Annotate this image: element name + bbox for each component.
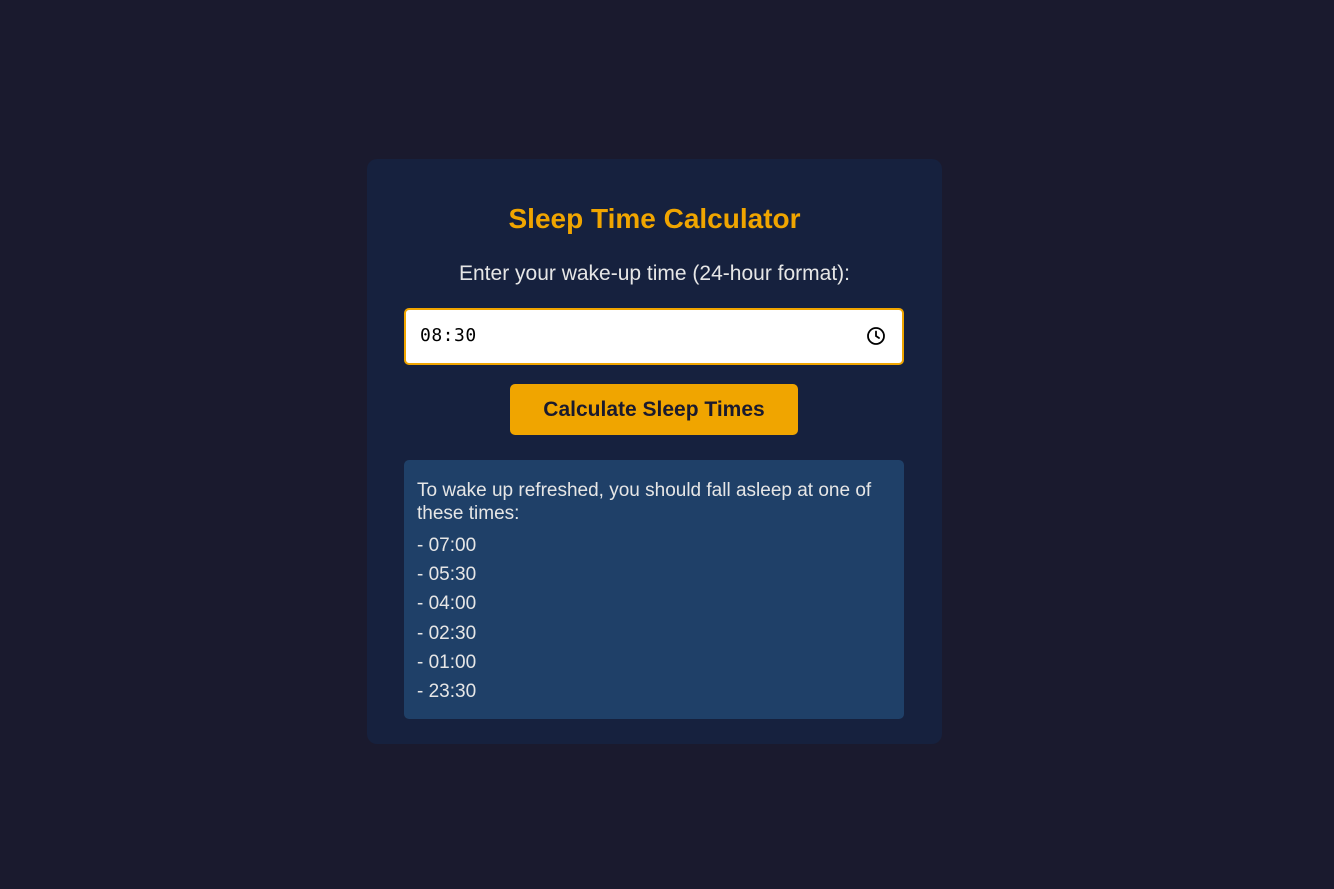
sleep-time-item: - 07:00 bbox=[417, 535, 477, 556]
sleep-time-item: - 01:00 bbox=[417, 651, 477, 673]
result-intro: To wake up refreshed, you should fall as… bbox=[417, 480, 872, 524]
clock-icon[interactable] bbox=[866, 326, 886, 346]
sleep-time-item: - 04:00 bbox=[417, 593, 477, 615]
page-title: Sleep Time Calculator bbox=[508, 203, 801, 234]
wake-time-input[interactable]: 08:30 bbox=[404, 308, 904, 365]
sleep-time-item: - 02:30 bbox=[417, 622, 477, 644]
sleep-time-item: - 05:30 bbox=[417, 564, 477, 586]
result-panel: To wake up refreshed, you should fall as… bbox=[404, 460, 904, 719]
wake-time-value[interactable]: 08:30 bbox=[420, 325, 477, 346]
calculate-sleep-times-button[interactable]: Calculate Sleep Times bbox=[510, 384, 798, 435]
calculator-card: Sleep Time Calculator Enter your wake-up… bbox=[367, 159, 942, 744]
sleep-time-item: - 23:30 bbox=[417, 681, 477, 703]
wake-time-prompt: Enter your wake-up time (24-hour format)… bbox=[459, 262, 850, 285]
